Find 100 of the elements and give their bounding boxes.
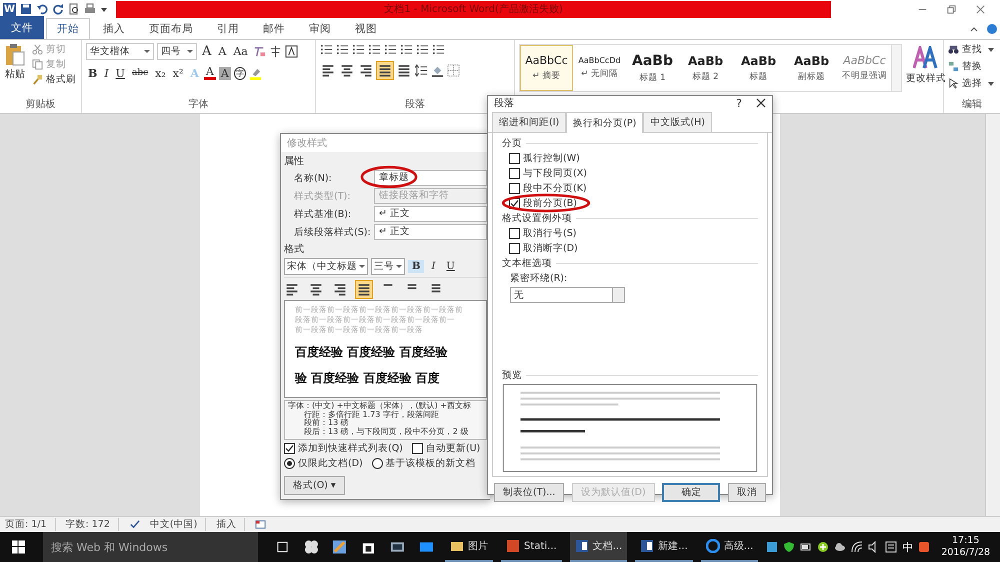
find-button[interactable]: 查找 bbox=[948, 43, 996, 56]
format-toggle-button[interactable]: I bbox=[427, 260, 440, 273]
font-size-field[interactable]: 四号 bbox=[157, 43, 197, 60]
font-format-button[interactable]: A bbox=[204, 66, 216, 80]
font-format-button[interactable]: x² bbox=[170, 66, 186, 80]
text-field[interactable]: ↵ 正文 bbox=[374, 206, 487, 222]
font-name-field[interactable]: 宋体（中文标题 bbox=[284, 258, 368, 275]
checkbox[interactable] bbox=[284, 443, 295, 454]
restore-icon[interactable] bbox=[946, 4, 957, 14]
align-button[interactable] bbox=[358, 62, 374, 79]
format-painter-button[interactable]: 格式刷 bbox=[32, 73, 76, 86]
font-format-button[interactable]: B bbox=[86, 66, 100, 80]
character-border-icon[interactable] bbox=[284, 45, 298, 58]
ribbon-tab[interactable]: 插入 bbox=[92, 18, 136, 39]
ribbon-tab[interactable]: 页面布局 bbox=[138, 18, 204, 39]
change-case-button[interactable]: Aa bbox=[231, 45, 250, 58]
ribbon-tab[interactable]: 视图 bbox=[344, 18, 388, 39]
redo-icon[interactable] bbox=[52, 3, 64, 15]
vertical-scrollbar[interactable] bbox=[985, 114, 1000, 516]
font-format-button[interactable]: abc bbox=[130, 68, 150, 78]
font-format-button[interactable]: x₂ bbox=[153, 66, 168, 80]
align-button[interactable] bbox=[308, 281, 324, 298]
text-field[interactable]: 章标题 bbox=[374, 170, 487, 186]
align-button[interactable] bbox=[377, 62, 393, 79]
close-icon[interactable] bbox=[756, 98, 766, 108]
style-item[interactable]: AaBbCc ↵ 摘要 bbox=[520, 45, 573, 91]
ribbon-tab[interactable]: 开始 bbox=[46, 18, 90, 39]
notification-icon[interactable] bbox=[885, 541, 898, 553]
proofing-check-icon[interactable] bbox=[128, 519, 140, 530]
paste-button[interactable]: 粘贴 bbox=[4, 43, 26, 97]
style-item[interactable]: AaBb 副标题 bbox=[785, 45, 838, 91]
paragraph-tool-icon[interactable] bbox=[432, 43, 445, 56]
highlighter-icon[interactable] bbox=[248, 66, 262, 80]
clear-format-icon[interactable] bbox=[252, 45, 266, 58]
paragraph-tool-icon[interactable] bbox=[400, 43, 413, 56]
replace-button[interactable]: 替换 bbox=[948, 60, 996, 73]
help-icon[interactable] bbox=[987, 24, 997, 34]
checkbox[interactable] bbox=[509, 243, 520, 254]
shrink-font-button[interactable]: A bbox=[216, 45, 228, 58]
align-button[interactable] bbox=[320, 62, 336, 79]
paragraph-tool-icon[interactable] bbox=[336, 43, 349, 56]
drawing-app-icon[interactable] bbox=[332, 539, 348, 555]
help-button[interactable]: ? bbox=[736, 96, 742, 110]
input-method-indicator[interactable]: 中 bbox=[902, 540, 914, 554]
paragraph-tool-icon[interactable] bbox=[384, 43, 397, 56]
style-item[interactable]: AaBbCc 不明显强调 bbox=[838, 45, 891, 91]
printer-icon[interactable] bbox=[84, 3, 96, 15]
ribbon-tab[interactable]: 邮件 bbox=[252, 18, 296, 39]
save-icon[interactable] bbox=[20, 3, 32, 15]
wrap-dropdown[interactable]: 无 bbox=[510, 287, 625, 303]
format-menu-button[interactable]: 格式(O) ▾ bbox=[284, 476, 345, 495]
taskbar-app[interactable]: 新建... bbox=[635, 532, 693, 562]
dialog-button[interactable]: 制表位(T)... bbox=[494, 483, 564, 502]
text-field[interactable]: ↵ 正文 bbox=[374, 224, 487, 240]
ribbon-tab[interactable]: 引用 bbox=[206, 18, 250, 39]
input-app-icon[interactable] bbox=[918, 541, 930, 553]
paragraph-tool-icon[interactable] bbox=[352, 43, 365, 56]
grow-font-button[interactable]: A bbox=[200, 44, 214, 59]
style-item[interactable]: AaBb 标题 1 bbox=[626, 45, 679, 91]
taskbar-app[interactable]: Stati... bbox=[501, 532, 562, 562]
paragraph-tool-icon[interactable] bbox=[320, 43, 333, 56]
align-button[interactable] bbox=[339, 62, 355, 79]
paint-bucket-icon[interactable] bbox=[431, 64, 444, 77]
search-field[interactable]: 搜索 Web 和 Windows bbox=[43, 532, 258, 562]
clock[interactable]: 17:15 2016/7/28 bbox=[941, 535, 990, 559]
align-button[interactable] bbox=[284, 281, 300, 298]
checkbox[interactable] bbox=[509, 168, 520, 179]
wifi-icon[interactable] bbox=[851, 541, 864, 553]
print-preview-icon[interactable] bbox=[68, 3, 80, 15]
gallery-scrollbar[interactable] bbox=[891, 45, 901, 91]
taskbar-app[interactable]: 图片 bbox=[445, 532, 494, 562]
paragraph-tool-icon[interactable] bbox=[416, 43, 429, 56]
format-toggle-button[interactable]: B bbox=[408, 260, 424, 273]
phonetic-guide-icon[interactable] bbox=[268, 45, 282, 58]
ribbon-tab[interactable]: 审阅 bbox=[298, 18, 342, 39]
cloud-icon[interactable] bbox=[834, 541, 846, 553]
font-format-button[interactable]: A bbox=[218, 66, 231, 80]
align-button[interactable] bbox=[396, 62, 412, 79]
font-format-button[interactable]: I bbox=[102, 66, 111, 80]
plus-circle-icon[interactable] bbox=[817, 541, 830, 553]
windows-logo-icon[interactable] bbox=[12, 540, 26, 554]
radio-button[interactable] bbox=[372, 458, 383, 469]
style-item[interactable]: AaBbCcDd ↵ 无间隔 bbox=[573, 45, 626, 91]
radio-button[interactable] bbox=[284, 458, 295, 469]
battery-icon[interactable] bbox=[800, 541, 812, 553]
font-format-button[interactable]: 字 bbox=[234, 66, 246, 80]
dialog-tab[interactable]: 换行和分页(P) bbox=[566, 112, 644, 133]
font-size-field[interactable]: 三号 bbox=[371, 258, 405, 275]
shield-icon[interactable] bbox=[783, 541, 796, 553]
checkbox[interactable] bbox=[509, 183, 520, 194]
line-spacing-icon[interactable] bbox=[415, 64, 428, 77]
taskbar-app[interactable]: 高级... bbox=[700, 532, 758, 562]
undo-icon[interactable] bbox=[36, 3, 48, 15]
dialog-tab[interactable]: 中文版式(H) bbox=[643, 112, 712, 132]
dialog-button[interactable]: 确定 bbox=[662, 483, 720, 502]
format-toggle-button[interactable]: U bbox=[442, 260, 459, 273]
paragraph-tool-icon[interactable] bbox=[368, 43, 381, 56]
checkbox[interactable] bbox=[509, 228, 520, 239]
taskbar-app[interactable]: 文档... bbox=[570, 532, 628, 562]
borders-icon[interactable] bbox=[447, 64, 460, 77]
